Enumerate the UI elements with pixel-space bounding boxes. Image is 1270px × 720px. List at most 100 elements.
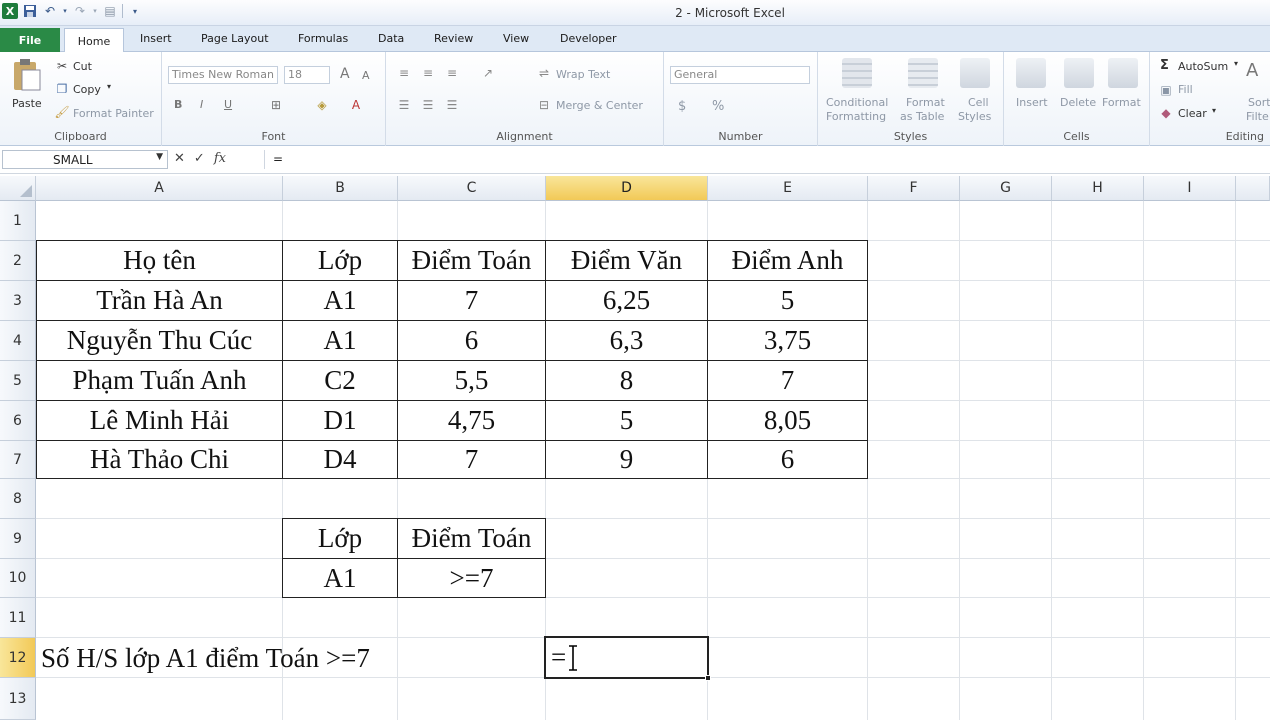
align-top-icon[interactable]: ≡ xyxy=(396,66,412,80)
row-header-8[interactable]: 8 xyxy=(0,479,36,519)
underline-button[interactable]: U xyxy=(224,98,232,111)
table-cell[interactable]: 6 xyxy=(707,440,868,479)
table-cell[interactable]: 7 xyxy=(397,280,546,321)
tab-formulas[interactable]: Formulas xyxy=(298,32,348,45)
active-cell-d12[interactable]: = xyxy=(544,636,711,681)
sort-filter-button[interactable]: Sort xyxy=(1248,96,1270,109)
delete-cells-button[interactable]: Delete xyxy=(1060,96,1096,109)
chevron-down-icon[interactable]: ▾ xyxy=(1234,59,1238,68)
chevron-down-icon[interactable]: ▼ xyxy=(156,152,163,162)
column-header-i[interactable]: I xyxy=(1144,176,1236,201)
table-header-cell[interactable]: Điểm Văn xyxy=(545,240,708,281)
format-cells-button[interactable]: Format xyxy=(1102,96,1141,109)
table-cell[interactable]: 5 xyxy=(545,400,708,441)
chevron-down-icon[interactable]: ▾ xyxy=(107,82,111,91)
row-header-4[interactable]: 4 xyxy=(0,321,36,361)
table-cell[interactable]: 9 xyxy=(545,440,708,479)
criteria-value-cell[interactable]: >=7 xyxy=(397,558,546,598)
criteria-header-cell[interactable]: Lớp xyxy=(282,518,398,559)
tab-view[interactable]: View xyxy=(503,32,529,45)
table-cell[interactable]: 8 xyxy=(545,360,708,401)
spreadsheet-grid[interactable]: A B C D E F G H I 1 2 3 4 5 6 7 8 9 10 1… xyxy=(0,176,1270,720)
enter-icon[interactable]: ✓ xyxy=(194,151,205,166)
align-bottom-icon[interactable]: ≡ xyxy=(444,66,460,80)
table-cell[interactable]: C2 xyxy=(282,360,398,401)
table-cell[interactable]: A1 xyxy=(282,320,398,361)
table-header-cell[interactable]: Điểm Anh xyxy=(707,240,868,281)
table-cell[interactable]: 3,75 xyxy=(707,320,868,361)
table-cell[interactable]: 5,5 xyxy=(397,360,546,401)
italic-button[interactable]: I xyxy=(200,98,203,111)
column-header-a[interactable]: A xyxy=(36,176,283,201)
clear-button[interactable]: Clear xyxy=(1178,107,1207,120)
align-middle-icon[interactable]: ≡ xyxy=(420,66,436,80)
row-header-12[interactable]: 12 xyxy=(0,638,36,678)
format-painter-button[interactable]: Format Painter xyxy=(73,107,154,120)
conditional-formatting-button[interactable]: Conditional xyxy=(826,96,888,109)
table-cell[interactable]: 7 xyxy=(397,440,546,479)
currency-button[interactable]: $ xyxy=(678,99,686,114)
cancel-icon[interactable]: ✕ xyxy=(174,151,185,166)
row-header-7[interactable]: 7 xyxy=(0,441,36,479)
table-cell[interactable]: 5 xyxy=(707,280,868,321)
font-name-combo[interactable]: Times New Roman xyxy=(168,66,278,84)
fill-button[interactable]: Fill xyxy=(1178,83,1193,96)
autosum-button[interactable]: AutoSum xyxy=(1178,60,1228,73)
table-header-cell[interactable]: Điểm Toán xyxy=(397,240,546,281)
merge-center-button[interactable]: Merge & Center xyxy=(556,99,643,112)
table-cell[interactable]: 7 xyxy=(707,360,868,401)
formula-input[interactable]: = xyxy=(264,150,1268,169)
tab-insert[interactable]: Insert xyxy=(140,32,172,45)
table-cell[interactable]: Nguyễn Thu Cúc xyxy=(36,320,283,361)
borders-icon[interactable]: ⊞ xyxy=(268,98,284,112)
row-header-10[interactable]: 10 xyxy=(0,559,36,598)
row-header-1[interactable]: 1 xyxy=(0,201,36,241)
column-header-j[interactable] xyxy=(1236,176,1270,201)
font-size-combo[interactable]: 18 xyxy=(284,66,330,84)
insert-function-icon[interactable]: fx xyxy=(214,151,226,166)
table-cell[interactable]: 8,05 xyxy=(707,400,868,441)
format-as-table-button[interactable]: Format xyxy=(906,96,945,109)
bold-button[interactable]: B xyxy=(174,98,182,111)
column-header-h[interactable]: H xyxy=(1052,176,1144,201)
grow-font-button[interactable]: A xyxy=(340,66,350,82)
criteria-value-cell[interactable]: A1 xyxy=(282,558,398,598)
table-cell[interactable]: 4,75 xyxy=(397,400,546,441)
row-header-13[interactable]: 13 xyxy=(0,678,36,720)
column-header-b[interactable]: B xyxy=(283,176,398,201)
column-header-g[interactable]: G xyxy=(960,176,1052,201)
tab-page-layout[interactable]: Page Layout xyxy=(201,32,269,45)
table-cell[interactable]: Trần Hà An xyxy=(36,280,283,321)
row-header-9[interactable]: 9 xyxy=(0,519,36,559)
table-cell[interactable]: D4 xyxy=(282,440,398,479)
table-cell[interactable]: D1 xyxy=(282,400,398,441)
paste-button[interactable]: Paste xyxy=(6,56,46,112)
tab-data[interactable]: Data xyxy=(378,32,404,45)
row-header-5[interactable]: 5 xyxy=(0,361,36,401)
row-header-3[interactable]: 3 xyxy=(0,281,36,321)
question-label[interactable]: Số H/S lớp A1 điểm Toán >=7 xyxy=(36,638,536,678)
name-box[interactable]: SMALL ▼ xyxy=(2,150,168,169)
criteria-header-cell[interactable]: Điểm Toán xyxy=(397,518,546,559)
tab-file[interactable]: File xyxy=(0,28,60,52)
font-color-icon[interactable]: A xyxy=(348,98,364,112)
insert-cells-button[interactable]: Insert xyxy=(1016,96,1048,109)
row-header-2[interactable]: 2 xyxy=(0,241,36,281)
column-header-d[interactable]: D xyxy=(546,176,708,201)
align-right-icon[interactable]: ☰ xyxy=(444,98,460,112)
row-header-6[interactable]: 6 xyxy=(0,401,36,441)
copy-button[interactable]: Copy xyxy=(73,83,101,96)
column-header-e[interactable]: E xyxy=(708,176,868,201)
table-header-cell[interactable]: Lớp xyxy=(282,240,398,281)
cell-styles-button[interactable]: Cell xyxy=(968,96,989,109)
align-center-icon[interactable]: ☰ xyxy=(420,98,436,112)
table-cell[interactable]: Lê Minh Hải xyxy=(36,400,283,441)
table-cell[interactable]: Phạm Tuấn Anh xyxy=(36,360,283,401)
table-header-cell[interactable]: Họ tên xyxy=(36,240,283,281)
shrink-font-button[interactable]: A xyxy=(362,69,370,82)
table-cell[interactable]: A1 xyxy=(282,280,398,321)
tab-review[interactable]: Review xyxy=(434,32,473,45)
chevron-down-icon[interactable]: ▾ xyxy=(1212,106,1216,115)
tab-developer[interactable]: Developer xyxy=(560,32,617,45)
tab-home[interactable]: Home xyxy=(64,28,124,53)
